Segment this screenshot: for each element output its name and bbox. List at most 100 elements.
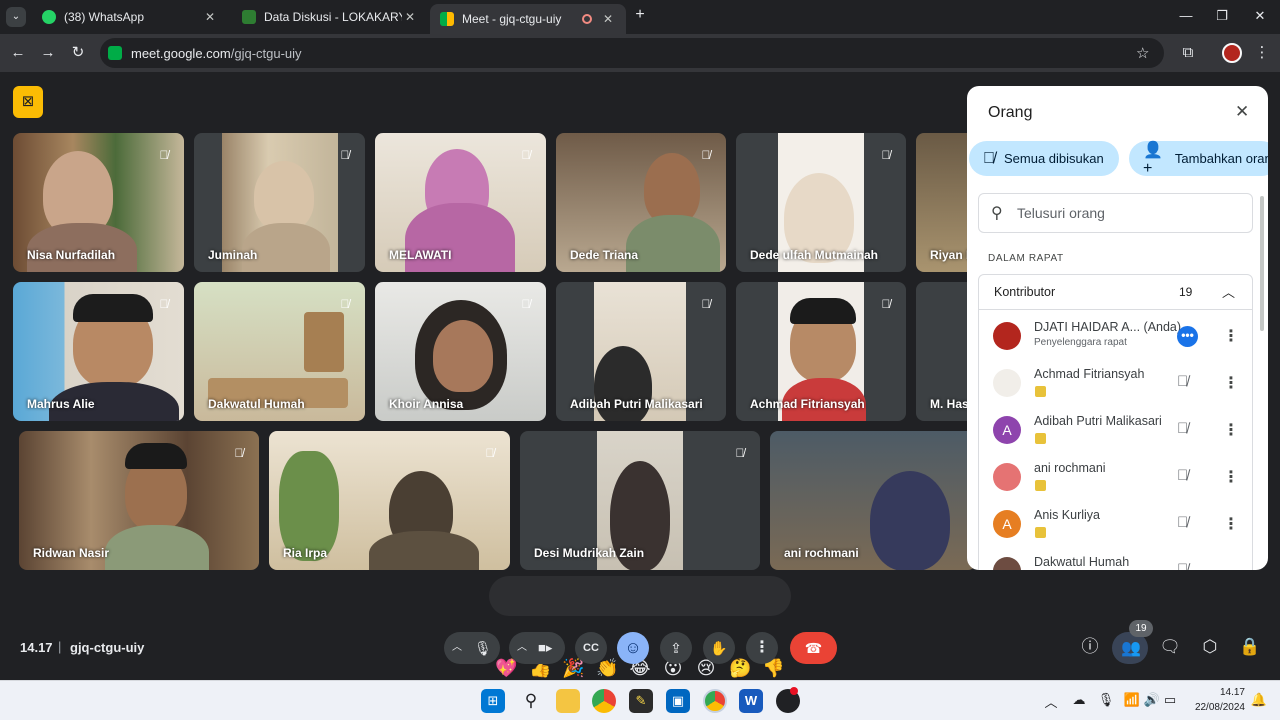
tab-search-chevron-icon[interactable]: ⌄ <box>6 7 26 27</box>
meeting-info-icon[interactable]: ⓘ <box>1077 634 1103 660</box>
new-tab-icon[interactable]: + <box>630 6 650 24</box>
emoji-icon: ☺ <box>624 638 642 657</box>
row-menu-icon[interactable]: ⋮ <box>1223 373 1239 393</box>
participant-row-name: DJATI HAIDAR A... (Anda) <box>1034 320 1181 334</box>
present-button[interactable]: ⇪ <box>660 632 692 664</box>
mute-all-button[interactable]: 🎙̸ Semua dibisukan <box>969 141 1119 176</box>
participant-tile[interactable]: 🎙̸ Ridwan Nasir <box>19 431 259 570</box>
participant-tile[interactable]: 🎙̸ Mahrus Alie <box>13 282 184 421</box>
onedrive-icon[interactable]: ☁ <box>1070 692 1088 708</box>
participant-row[interactable]: Achmad Fitriansyah 🎙̸ ⋮ <box>979 361 1264 407</box>
mic-off-icon[interactable]: 🎙̸ <box>1177 467 1188 484</box>
back-icon[interactable]: ← <box>8 43 28 63</box>
participant-tile[interactable]: 🎙̸ Adibah Putri Malikasari <box>556 282 726 421</box>
minimize-icon[interactable]: — <box>1176 8 1196 23</box>
mic-off-icon[interactable]: 🎙̸ <box>1177 373 1188 390</box>
mic-off-icon[interactable]: 🎙̸ <box>1177 514 1188 531</box>
row-menu-icon[interactable]: ⋮ <box>1223 326 1239 346</box>
tab-data-diskusi[interactable]: Data Diskusi - LOKAKARYA ✕ <box>232 4 428 30</box>
reload-icon[interactable]: ↻ <box>68 43 88 63</box>
participant-name: Juminah <box>208 248 258 262</box>
host-controls-icon[interactable]: 🔒 <box>1237 634 1263 660</box>
extensions-icon[interactable]: ⧉ <box>1178 43 1198 63</box>
close-panel-icon[interactable]: ✕ <box>1235 102 1249 122</box>
more-dots-icon[interactable]: ••• <box>1177 326 1198 347</box>
contributors-group-header[interactable]: Kontributor 19 ︿ <box>978 274 1253 310</box>
participant-tile[interactable]: 🎙̸ Khoir Annisa <box>375 282 546 421</box>
participant-tile[interactable]: 🎙̸ MELAWATI <box>375 133 546 272</box>
add-people-button[interactable]: 👤+ Tambahkan orang <box>1129 141 1268 177</box>
participant-tile[interactable]: 🎙̸ Desi Mudrikah Zain <box>520 431 760 570</box>
restore-icon[interactable]: ❐ <box>1212 8 1232 24</box>
volume-icon[interactable]: 🔊 <box>1143 692 1161 708</box>
emoji-button[interactable]: ☺ <box>617 632 649 664</box>
present-screen-icon: ⇪ <box>670 640 682 656</box>
participant-tile[interactable]: 🎙̸ Nisa Nurfadilah <box>13 133 184 272</box>
store-icon[interactable]: ▣ <box>666 689 690 713</box>
chrome-icon[interactable] <box>592 689 616 713</box>
tab-whatsapp[interactable]: (38) WhatsApp ✕ <box>32 4 228 30</box>
windows-start-icon[interactable]: ⊞ <box>481 689 505 713</box>
reaction-party[interactable]: 🎉 <box>562 658 584 679</box>
participant-tile[interactable]: 🎙̸ Ria Irpa <box>269 431 510 570</box>
more-options-button[interactable]: ⋮ <box>746 632 778 664</box>
close-tab-icon[interactable]: ✕ <box>600 12 616 26</box>
participant-tile[interactable]: 🎙̸ Dakwatul Humah <box>194 282 365 421</box>
clock-date[interactable]: 22/08/2024 <box>1185 702 1245 713</box>
url-path: /gjq-ctgu-uiy <box>230 46 302 61</box>
captions-off-icon[interactable]: ⊠ <box>13 86 43 118</box>
word-icon[interactable]: W <box>739 689 763 713</box>
row-menu-icon[interactable]: ⋮ <box>1223 467 1239 487</box>
activities-icon[interactable]: ⬡ <box>1197 634 1223 660</box>
participant-row[interactable]: DJATI HAIDAR A... (Anda) Penyelenggara r… <box>979 314 1264 360</box>
search-icon[interactable]: ⚲ <box>519 689 543 713</box>
chat-icon[interactable]: 🗨 <box>1157 634 1183 660</box>
participant-tile[interactable]: 🎙̸ Achmad Fitriansyah <box>736 282 906 421</box>
chrome-active-icon[interactable] <box>703 689 727 713</box>
raise-hand-button[interactable]: ✋ <box>703 632 735 664</box>
participant-row[interactable]: A Adibah Putri Malikasari 🎙̸ ⋮ <box>979 408 1264 454</box>
participant-row[interactable]: A Anis Kurliya 🎙̸ ⋮ <box>979 502 1264 548</box>
participant-tile[interactable]: 🎙̸ Dede Triana <box>556 133 726 272</box>
leave-call-button[interactable]: ☎ <box>790 632 837 664</box>
participant-row[interactable]: ani rochmani 🎙̸ ⋮ <box>979 455 1264 501</box>
mic-off-icon[interactable]: 🎙̸ <box>1177 561 1188 570</box>
notification-bell-icon[interactable]: 🔔 <box>1250 692 1268 708</box>
participant-tile[interactable]: 🎙̸ Dede ulfah Mutmainah <box>736 133 906 272</box>
reaction-thinking[interactable]: 🤔 <box>729 658 751 679</box>
bookmark-star-icon[interactable]: ☆ <box>1136 44 1149 62</box>
end-call-icon: ☎ <box>804 640 823 656</box>
microphone-button[interactable]: ︿ 🎙 <box>444 632 500 664</box>
camera-button[interactable]: ︿ ■▸ <box>509 632 565 664</box>
mic-off-icon: 🎙̸ <box>881 148 891 162</box>
url-host: meet.google.com <box>131 46 231 61</box>
participant-tile[interactable]: 🎙̸ Juminah <box>194 133 365 272</box>
panel-scrollbar[interactable] <box>1260 196 1264 331</box>
tab-meet[interactable]: Meet - gjq-ctgu-uiy ✕ <box>430 4 626 34</box>
browser-tab-bar: ⌄ (38) WhatsApp ✕ Data Diskusi - LOKAKAR… <box>0 0 1280 34</box>
mic-off-icon[interactable]: 🎙̸ <box>1177 420 1188 437</box>
profile-avatar[interactable] <box>1222 43 1242 63</box>
search-people-input[interactable]: ⚲ Telusuri orang <box>978 193 1253 233</box>
row-menu-icon[interactable]: ⋮ <box>1223 420 1239 440</box>
captions-button[interactable]: CC <box>575 632 607 664</box>
close-window-icon[interactable]: ✕ <box>1250 8 1270 24</box>
mic-tray-icon[interactable]: 🎙 <box>1097 692 1115 708</box>
participant-row[interactable]: Dakwatul Humah 🎙̸ <box>979 549 1264 570</box>
clock-time[interactable]: 14.17 <box>1185 687 1245 698</box>
close-tab-icon[interactable]: ✕ <box>402 10 418 24</box>
participant-name: Dede Triana <box>570 248 639 262</box>
reaction-heart[interactable]: 💖 <box>495 658 517 679</box>
forward-icon[interactable]: → <box>38 43 58 63</box>
hand-icon: ✋ <box>710 640 728 656</box>
sticky-notes-icon[interactable]: ✎ <box>629 689 653 713</box>
address-bar[interactable]: meet.google.com/gjq-ctgu-uiy ☆ <box>100 38 1164 68</box>
tray-chevron-icon[interactable]: ︿ <box>1042 692 1060 711</box>
wifi-icon[interactable]: 📶 <box>1123 692 1141 708</box>
file-explorer-icon[interactable] <box>556 689 580 713</box>
participant-tile[interactable]: ani rochmani <box>770 431 976 570</box>
browser-menu-icon[interactable]: ⋮ <box>1252 43 1272 63</box>
row-menu-icon[interactable]: ⋮ <box>1223 514 1239 534</box>
battery-icon[interactable]: ▭ <box>1161 692 1179 708</box>
close-tab-icon[interactable]: ✕ <box>202 10 218 24</box>
